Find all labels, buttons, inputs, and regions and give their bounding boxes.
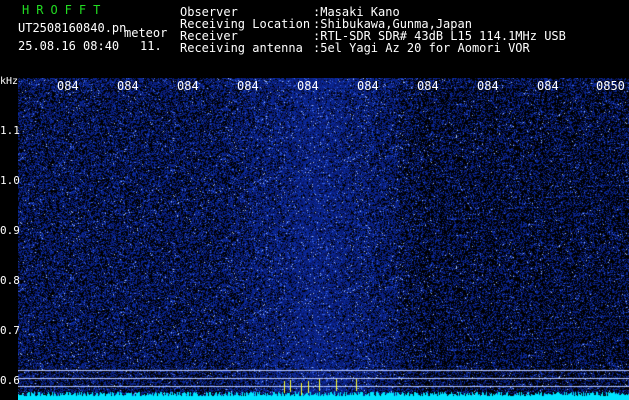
filename-label: UT2508160840.pn — [18, 21, 127, 35]
time-tick: 084 — [237, 79, 259, 93]
time-tick: 084 — [57, 79, 79, 93]
time-tick: 084 — [177, 79, 199, 93]
time-tick: 084 — [417, 79, 439, 93]
mode-label: meteor — [124, 26, 168, 40]
hrofft-window: HROFFT UT2508160840.pn meteor 25.08.16 0… — [0, 0, 629, 400]
datetime-label: 25.08.16 08:40 — [18, 39, 120, 53]
count-label: 11. — [140, 39, 162, 53]
time-tick: 0850 — [596, 79, 625, 93]
freq-tick: 1.1 — [0, 124, 20, 137]
time-tick: 084 — [117, 79, 139, 93]
spectrogram-canvas — [18, 78, 629, 400]
time-tick: 084 — [357, 79, 379, 93]
freq-tick: 1.0 — [0, 174, 20, 187]
time-tick: 084 — [297, 79, 319, 93]
app-title: HROFFT — [22, 3, 108, 17]
freq-unit-label: kHz — [0, 76, 19, 87]
spectrogram — [18, 78, 629, 400]
freq-tick: 0.6 — [0, 374, 20, 387]
freq-tick: 0.7 — [0, 324, 20, 337]
info-label-antenna: Receiving antenna — [180, 41, 303, 55]
time-tick: 084 — [477, 79, 499, 93]
info-value-antenna: :5el Yagi Az 20 for Aomori VOR — [313, 41, 530, 55]
time-tick: 084 — [537, 79, 559, 93]
freq-tick: 0.9 — [0, 224, 20, 237]
freq-tick: 0.8 — [0, 274, 20, 287]
